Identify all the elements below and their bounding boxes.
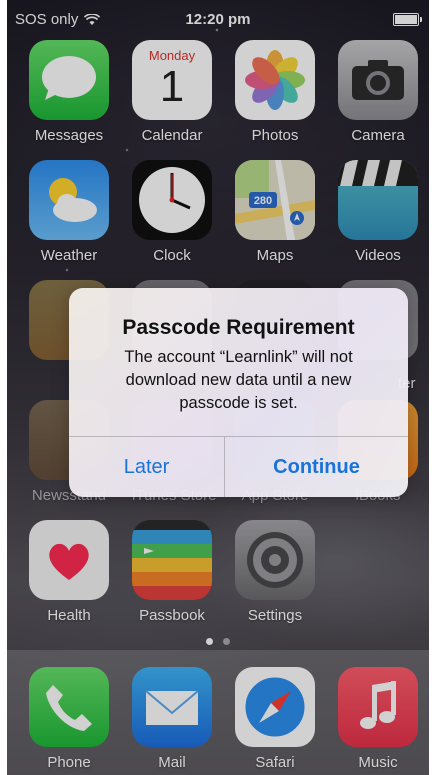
alert-title: Passcode Requirement <box>122 316 355 339</box>
alert-message: The account “Learnlink” will not downloa… <box>124 348 353 412</box>
continue-button[interactable]: Continue <box>225 437 408 497</box>
later-button[interactable]: Later <box>69 437 224 497</box>
passcode-alert-dialog: Passcode Requirement The account “Learnl… <box>69 288 408 497</box>
